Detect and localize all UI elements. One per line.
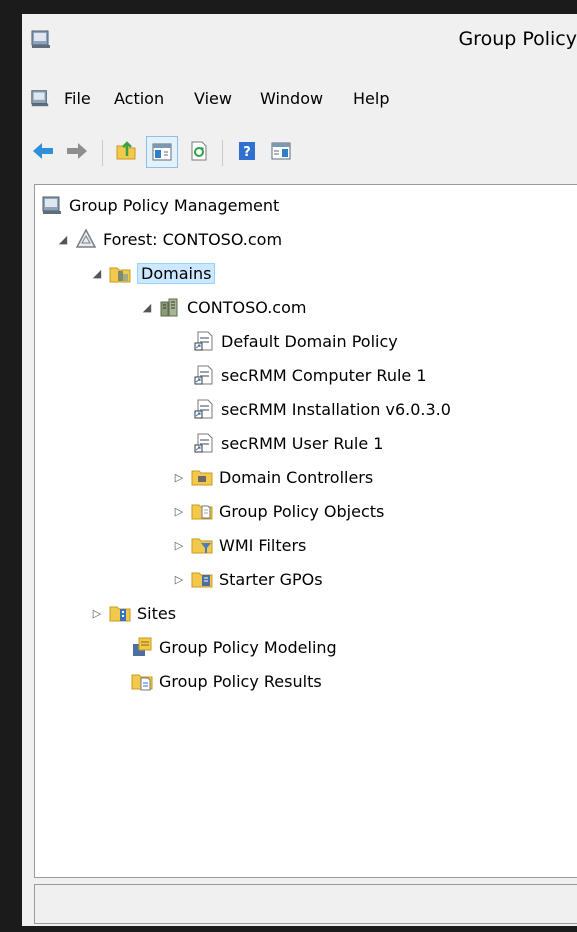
starter-gpo-folder-icon [191, 568, 213, 590]
gpo-link-icon [193, 432, 215, 454]
collapse-arrow-icon[interactable]: ◢ [139, 301, 155, 314]
svg-text:?: ? [243, 145, 251, 160]
tree-node-label: Sites [137, 603, 177, 623]
tree-node-domain-controllers[interactable]: ▷ Domain Controllers [171, 463, 373, 491]
gpo-link-icon [193, 364, 215, 386]
tree-node-label: Domains [137, 262, 216, 284]
gpo-link-icon [193, 330, 215, 352]
tree-node-gpo-link[interactable]: secRMM Computer Rule 1 [193, 361, 427, 389]
tree-node-label: Forest: CONTOSO.com [103, 229, 283, 249]
forward-icon[interactable] [62, 136, 92, 166]
sites-folder-icon [109, 602, 131, 624]
ou-folder-icon [191, 466, 213, 488]
toolbar-separator [222, 140, 223, 166]
collapse-arrow-icon[interactable]: ◢ [55, 233, 71, 246]
menu-action[interactable]: Action [114, 89, 164, 108]
tree-node-gpo-link[interactable]: secRMM Installation v6.0.3.0 [193, 395, 451, 423]
tree-node-label: Group Policy Modeling [159, 637, 337, 657]
system-menu-icon[interactable] [30, 88, 50, 112]
expand-arrow-icon[interactable]: ▷ [171, 505, 187, 518]
tree-node-starter-gpos[interactable]: ▷ Starter GPOs [171, 565, 323, 593]
tree-node-label: Default Domain Policy [221, 331, 398, 351]
tree-node-label: Group Policy Management [69, 195, 280, 215]
menu-view[interactable]: View [194, 89, 232, 108]
toolbar: ? [22, 136, 577, 172]
tree-node-domains[interactable]: ◢ Domains [89, 259, 216, 287]
menu-file[interactable]: File [64, 89, 91, 108]
domain-icon [159, 296, 181, 318]
desktop-frame: Group Policy File Action View Window Hel… [0, 0, 577, 932]
menu-window[interactable]: Window [260, 89, 323, 108]
tree-node-label: secRMM Installation v6.0.3.0 [221, 399, 451, 419]
tree-node-label: Domain Controllers [219, 467, 374, 487]
tree-node-label: Group Policy Results [159, 671, 322, 691]
gpo-folder-icon [191, 500, 213, 522]
domains-folder-icon [109, 262, 131, 284]
tree-node-label: secRMM Computer Rule 1 [221, 365, 427, 385]
tree-node-label: secRMM User Rule 1 [221, 433, 384, 453]
tree-node-wmi-filters[interactable]: ▷ WMI Filters [171, 531, 307, 559]
expand-arrow-icon[interactable]: ▷ [171, 471, 187, 484]
refresh-icon[interactable] [184, 136, 214, 166]
properties-icon[interactable] [266, 136, 296, 166]
console-tree[interactable]: Group Policy Management ◢ Forest: CONTOS… [34, 184, 577, 878]
show-hide-tree-icon[interactable] [146, 136, 178, 168]
title-bar[interactable]: Group Policy [22, 14, 577, 66]
tree-node-label: CONTOSO.com [187, 297, 307, 317]
tree-node-modeling[interactable]: Group Policy Modeling [131, 633, 337, 661]
back-icon[interactable] [28, 136, 58, 166]
expand-arrow-icon[interactable]: ▷ [171, 539, 187, 552]
gpmc-window: Group Policy File Action View Window Hel… [22, 14, 577, 926]
gpo-link-icon [193, 398, 215, 420]
tree-node-domain[interactable]: ◢ CONTOSO.com [139, 293, 306, 321]
toolbar-separator [102, 140, 103, 166]
help-icon[interactable]: ? [232, 136, 262, 166]
tree-node-label: Group Policy Objects [219, 501, 385, 521]
status-bar [34, 884, 577, 924]
collapse-arrow-icon[interactable]: ◢ [89, 267, 105, 280]
tree-node-forest[interactable]: ◢ Forest: CONTOSO.com [55, 225, 282, 253]
tree-node-results[interactable]: Group Policy Results [131, 667, 322, 695]
expand-arrow-icon[interactable]: ▷ [89, 607, 105, 620]
wmi-filter-folder-icon [191, 534, 213, 556]
results-icon [131, 670, 153, 692]
up-folder-icon[interactable] [112, 136, 142, 166]
menu-bar: File Action View Window Help [22, 80, 577, 116]
tree-node-gpo-container[interactable]: ▷ Group Policy Objects [171, 497, 385, 525]
tree-node-label: Starter GPOs [219, 569, 323, 589]
gpmc-app-icon[interactable] [30, 28, 52, 54]
menu-help[interactable]: Help [353, 89, 389, 108]
tree-node-root[interactable]: Group Policy Management [41, 191, 279, 219]
tree-node-label: WMI Filters [219, 535, 307, 555]
window-title: Group Policy [458, 28, 577, 50]
tree-node-sites[interactable]: ▷ Sites [89, 599, 176, 627]
tree-node-gpo-link[interactable]: Default Domain Policy [193, 327, 398, 355]
forest-icon [75, 228, 97, 250]
expand-arrow-icon[interactable]: ▷ [171, 573, 187, 586]
gpmc-icon [41, 194, 63, 216]
modeling-icon [131, 636, 153, 658]
tree-node-gpo-link[interactable]: secRMM User Rule 1 [193, 429, 383, 457]
